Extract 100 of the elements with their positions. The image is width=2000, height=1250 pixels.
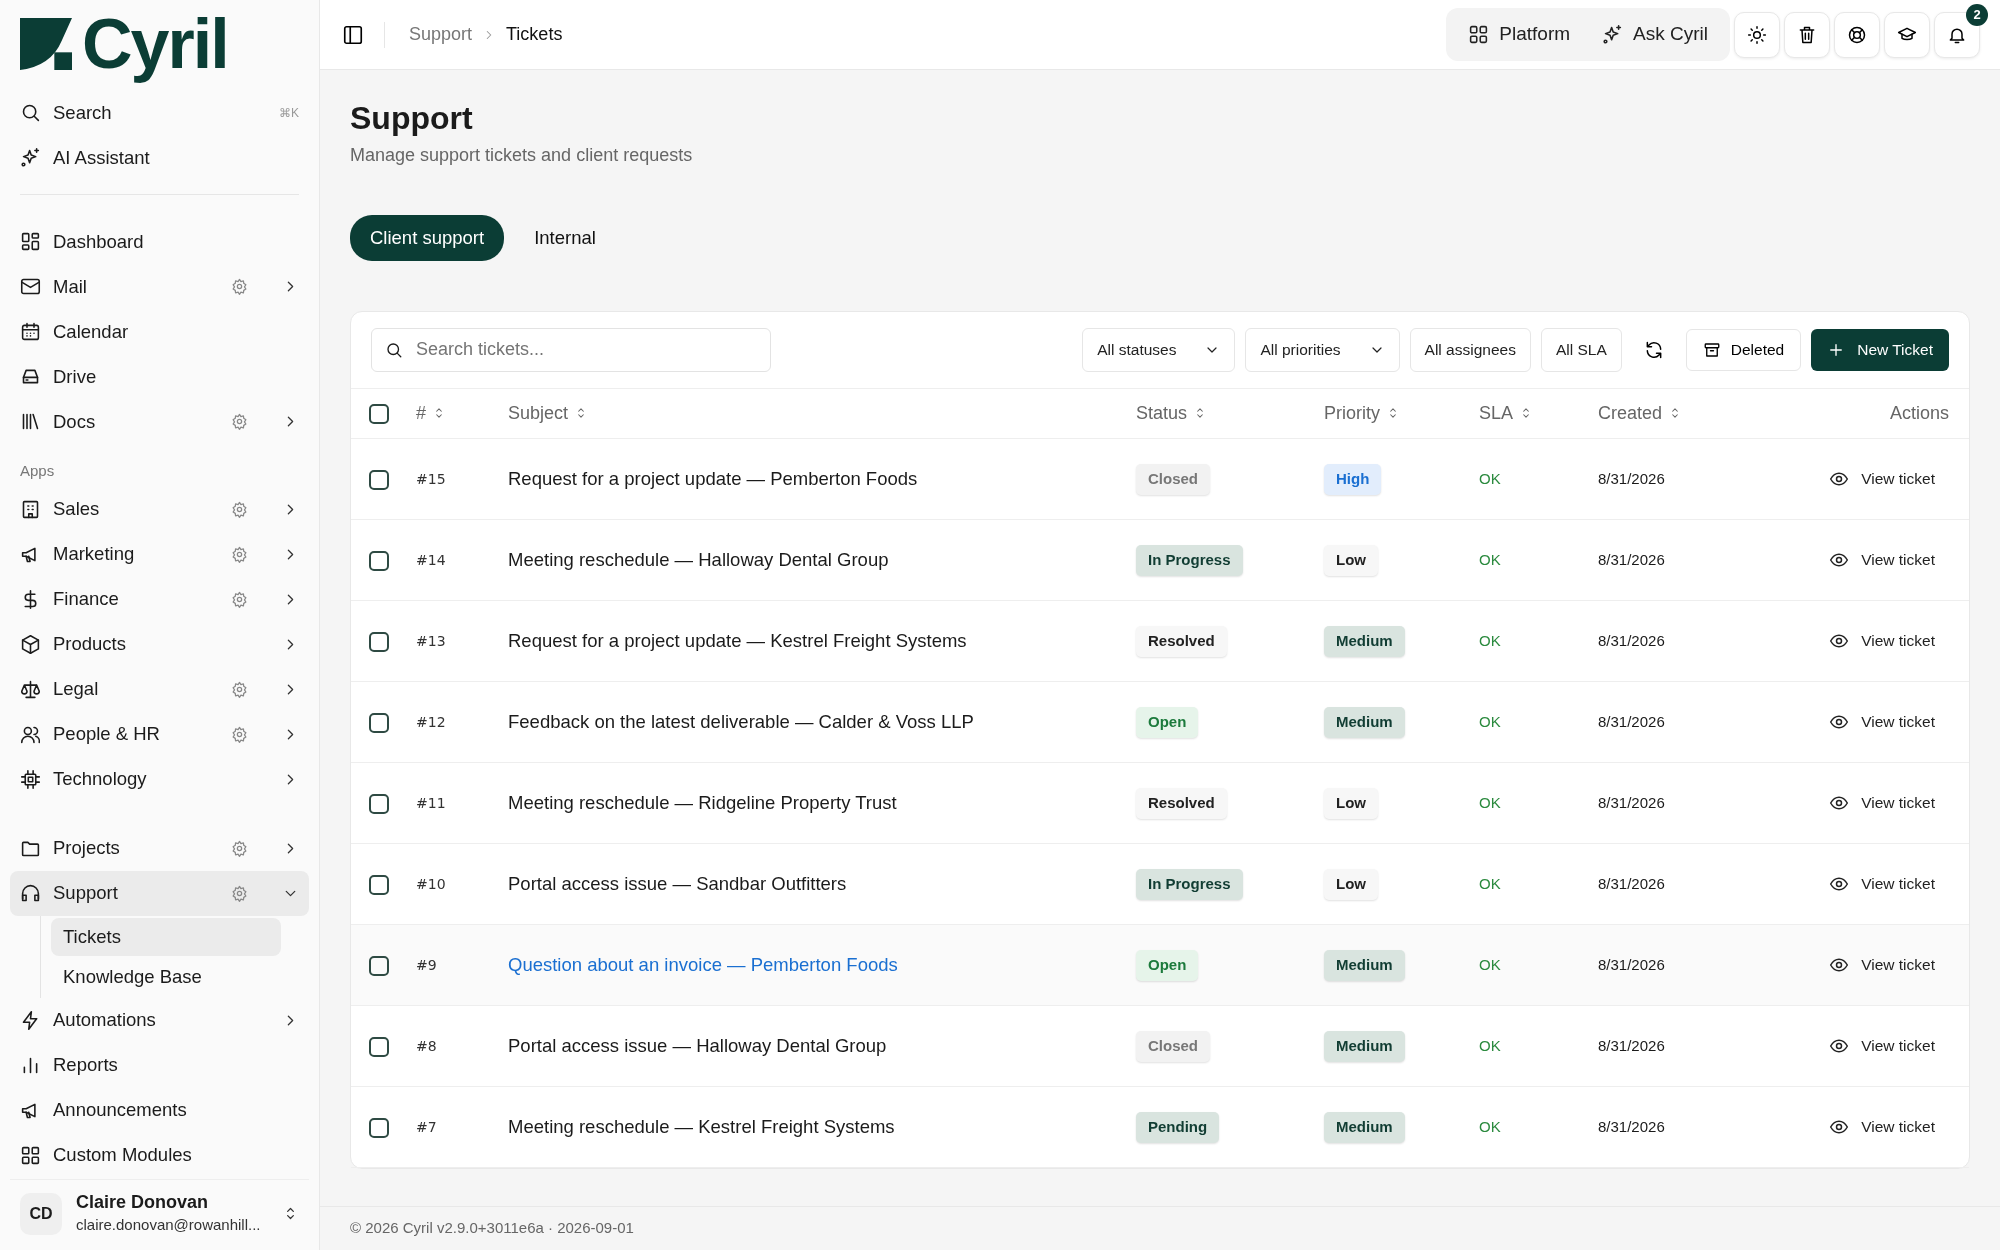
ticket-number: #8	[416, 1038, 437, 1055]
view-ticket-button[interactable]: View ticket	[1829, 1110, 1935, 1143]
sidebar-item[interactable]: Automations	[10, 997, 309, 1043]
column-header[interactable]: Status	[1136, 403, 1208, 423]
row-checkbox[interactable]	[369, 875, 389, 895]
sidebar-item[interactable]: Calendar	[10, 309, 309, 354]
sidebar-item[interactable]: Drive	[10, 354, 309, 399]
tab[interactable]: Client support	[350, 215, 505, 261]
ticket-number: #13	[416, 633, 446, 650]
sidebar-item[interactable]: Finance	[10, 576, 309, 622]
filter-button[interactable]: All assignees	[1409, 327, 1531, 372]
sidebar-item[interactable]: Projects	[10, 825, 309, 871]
sidebar-item[interactable]: Custom Modules	[10, 1132, 309, 1178]
sidebar-subitem[interactable]: Knowledge Base	[51, 957, 281, 996]
filter-dropdown[interactable]: All priorities	[1245, 327, 1400, 372]
view-ticket-button[interactable]: View ticket	[1829, 462, 1935, 495]
ticket-subject-link[interactable]: Meeting reschedule — Ridgeline Property Trust	[508, 792, 897, 814]
view-ticket-button[interactable]: View ticket	[1829, 867, 1935, 900]
learning-button[interactable]	[1884, 11, 1930, 58]
ticket-subject-link[interactable]: Portal access issue — Halloway Dental Group	[508, 1035, 887, 1057]
search-link[interactable]: Search ⌘K	[10, 90, 309, 135]
status-tag: In Progress	[1136, 545, 1243, 576]
created-date: 8/31/2026	[1598, 551, 1665, 569]
ai-assistant-link[interactable]: AI Assistant	[10, 135, 309, 180]
tab[interactable]: Internal	[514, 215, 616, 261]
ticket-subject-link[interactable]: Feedback on the latest deliverable — Calder & Voss LLP	[508, 711, 974, 733]
ticket-number: #9	[416, 957, 437, 974]
row-checkbox[interactable]	[369, 1118, 389, 1138]
row-checkbox[interactable]	[369, 956, 389, 976]
sidebar-subitem[interactable]: Tickets	[51, 917, 281, 956]
view-ticket-button[interactable]: View ticket	[1829, 786, 1935, 819]
filter-dropdown[interactable]: All statuses	[1082, 327, 1236, 372]
sidebar-item[interactable]: Products	[10, 621, 309, 667]
sidebar-item[interactable]: Support	[10, 870, 309, 916]
sla-status: OK	[1479, 794, 1501, 812]
column-header[interactable]: #	[416, 403, 446, 423]
row-checkbox[interactable]	[369, 551, 389, 571]
header-button[interactable]: Ask Cyril	[1590, 12, 1720, 57]
grid-icon	[1468, 24, 1490, 45]
sidebar-item[interactable]: Legal	[10, 666, 309, 712]
status-tag: Pending	[1136, 1112, 1220, 1143]
sidebar-item[interactable]: Technology	[10, 756, 309, 802]
theme-button[interactable]	[1734, 11, 1780, 58]
ticket-subject-link[interactable]: Request for a project update — Pemberton Foods	[508, 468, 918, 490]
priority-tag: Low	[1324, 869, 1378, 900]
ticket-subject-link[interactable]: Portal access issue — Sandbar Outfitters	[508, 873, 847, 895]
priority-tag: Medium	[1324, 1112, 1405, 1143]
sidebar-item[interactable]: Sales	[10, 486, 309, 532]
status-tag: In Progress	[1136, 869, 1243, 900]
ticket-number: #7	[416, 1119, 437, 1136]
row-checkbox[interactable]	[369, 632, 389, 652]
chip-icon	[20, 768, 41, 790]
row-checkbox[interactable]	[369, 713, 389, 733]
sidebar-item[interactable]: People & HR	[10, 711, 309, 757]
sidebar-item[interactable]: Mail	[10, 264, 309, 309]
sidebar-item[interactable]: Marketing	[10, 531, 309, 577]
new-ticket-button[interactable]: New Ticket	[1811, 328, 1949, 371]
notifications-button[interactable]	[1934, 11, 1980, 58]
view-ticket-button[interactable]: View ticket	[1829, 705, 1935, 738]
headset-icon	[20, 882, 41, 904]
search-field[interactable]: Search tickets...	[371, 327, 771, 372]
ticket-subject-link[interactable]: Meeting reschedule — Kestrel Freight Systems	[508, 1116, 895, 1138]
created-date: 8/31/2026	[1598, 1037, 1665, 1055]
sidebar-panel-icon	[342, 23, 364, 46]
ticket-number: #11	[416, 795, 446, 812]
sidebar-item[interactable]: Announcements	[10, 1087, 309, 1133]
row-checkbox[interactable]	[369, 470, 389, 490]
ticket-subject-link[interactable]: Meeting reschedule — Halloway Dental Group	[508, 549, 889, 571]
priority-tag: Low	[1324, 788, 1378, 819]
header-button[interactable]: Platform	[1456, 12, 1583, 57]
help-button[interactable]	[1834, 11, 1880, 58]
footer-text: © 2026 Cyril v2.9.0+3011e6a · 2026-09-01	[350, 1218, 634, 1239]
filter-button[interactable]: All SLA	[1540, 327, 1622, 372]
view-ticket-button[interactable]: View ticket	[1829, 624, 1935, 657]
view-ticket-button[interactable]: View ticket	[1829, 543, 1935, 576]
row-checkbox[interactable]	[369, 1037, 389, 1057]
status-tag: Open	[1136, 950, 1199, 981]
sidebar-item[interactable]: Reports	[10, 1042, 309, 1088]
column-header[interactable]: Created	[1598, 403, 1683, 423]
view-ticket-button[interactable]: View ticket	[1829, 1029, 1935, 1062]
ticket-subject-link[interactable]: Request for a project update — Kestrel Freight Systems	[508, 630, 967, 652]
deleted-button[interactable]: Deleted	[1685, 328, 1802, 371]
created-date: 8/31/2026	[1598, 956, 1665, 974]
column-header[interactable]: Subject	[508, 403, 589, 423]
sidebar-item[interactable]: Docs	[10, 399, 309, 444]
settings-icon	[231, 545, 248, 563]
breadcrumb-link[interactable]: Tickets	[506, 21, 563, 48]
user-name: Claire Donovan	[76, 1191, 210, 1214]
sla-status: OK	[1479, 713, 1501, 731]
select-all-checkbox[interactable]	[369, 404, 389, 425]
trash-button[interactable]	[1784, 11, 1830, 58]
sidebar-item[interactable]: Dashboard	[10, 219, 309, 264]
library-icon	[20, 411, 41, 432]
sun-icon	[1747, 24, 1767, 45]
section-heading: Apps	[19, 461, 56, 481]
column-header[interactable]: SLA	[1479, 403, 1534, 423]
column-header[interactable]: Priority	[1324, 403, 1400, 423]
ticket-subject-link[interactable]: Question about an invoice — Pemberton Foods	[508, 954, 898, 976]
breadcrumb-link[interactable]: Support	[409, 21, 473, 48]
row-checkbox[interactable]	[369, 794, 389, 814]
